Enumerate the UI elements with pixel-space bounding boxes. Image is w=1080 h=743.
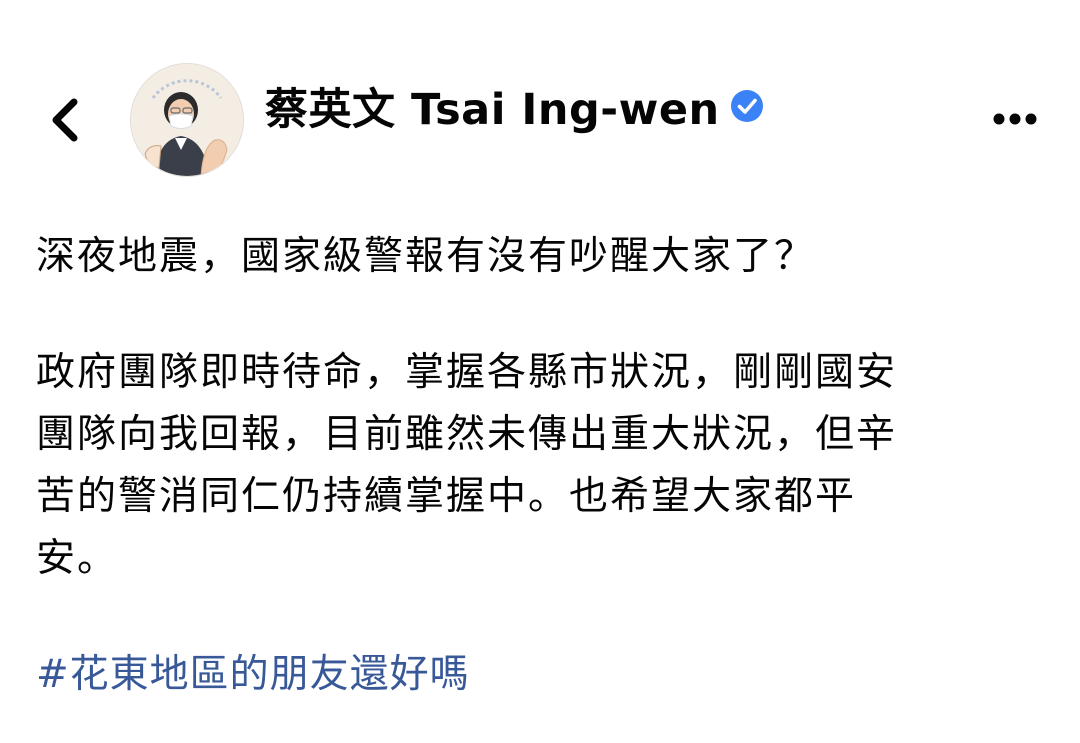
more-horizontal-icon [993, 113, 1037, 125]
page-name[interactable]: 蔡英文 Tsai Ing-wen [265, 75, 720, 137]
back-button[interactable] [38, 92, 94, 148]
post-text-line: 苦的警消同仁仍持續掌握中。也希望大家都平 [36, 474, 857, 519]
post-body: 深夜地震，國家級警報有沒有吵醒大家了？ 政府團隊即時待命，掌握各縣市狀況，剛剛國… [36, 226, 1056, 706]
chevron-left-icon [52, 98, 78, 142]
post-header: 蔡英文 Tsai Ing-wen [0, 0, 1080, 190]
more-options-button[interactable] [986, 104, 1046, 134]
post-text-line: 政府團隊即時待命，掌握各縣市狀況，剛剛國安 [36, 350, 898, 395]
hashtag-link[interactable]: #花東地區的朋友還好嗎 [36, 644, 1056, 706]
post-text-line: 安。 [36, 536, 119, 581]
post-text-line: 深夜地震，國家級警報有沒有吵醒大家了？ [36, 234, 816, 279]
avatar[interactable] [131, 64, 243, 176]
verified-badge-icon [730, 89, 764, 123]
profile-photo [131, 64, 243, 176]
post-text-line: 團隊向我回報，目前雖然未傳出重大狀況，但辛 [36, 412, 898, 457]
page-name-row: 蔡英文 Tsai Ing-wen [265, 75, 764, 137]
